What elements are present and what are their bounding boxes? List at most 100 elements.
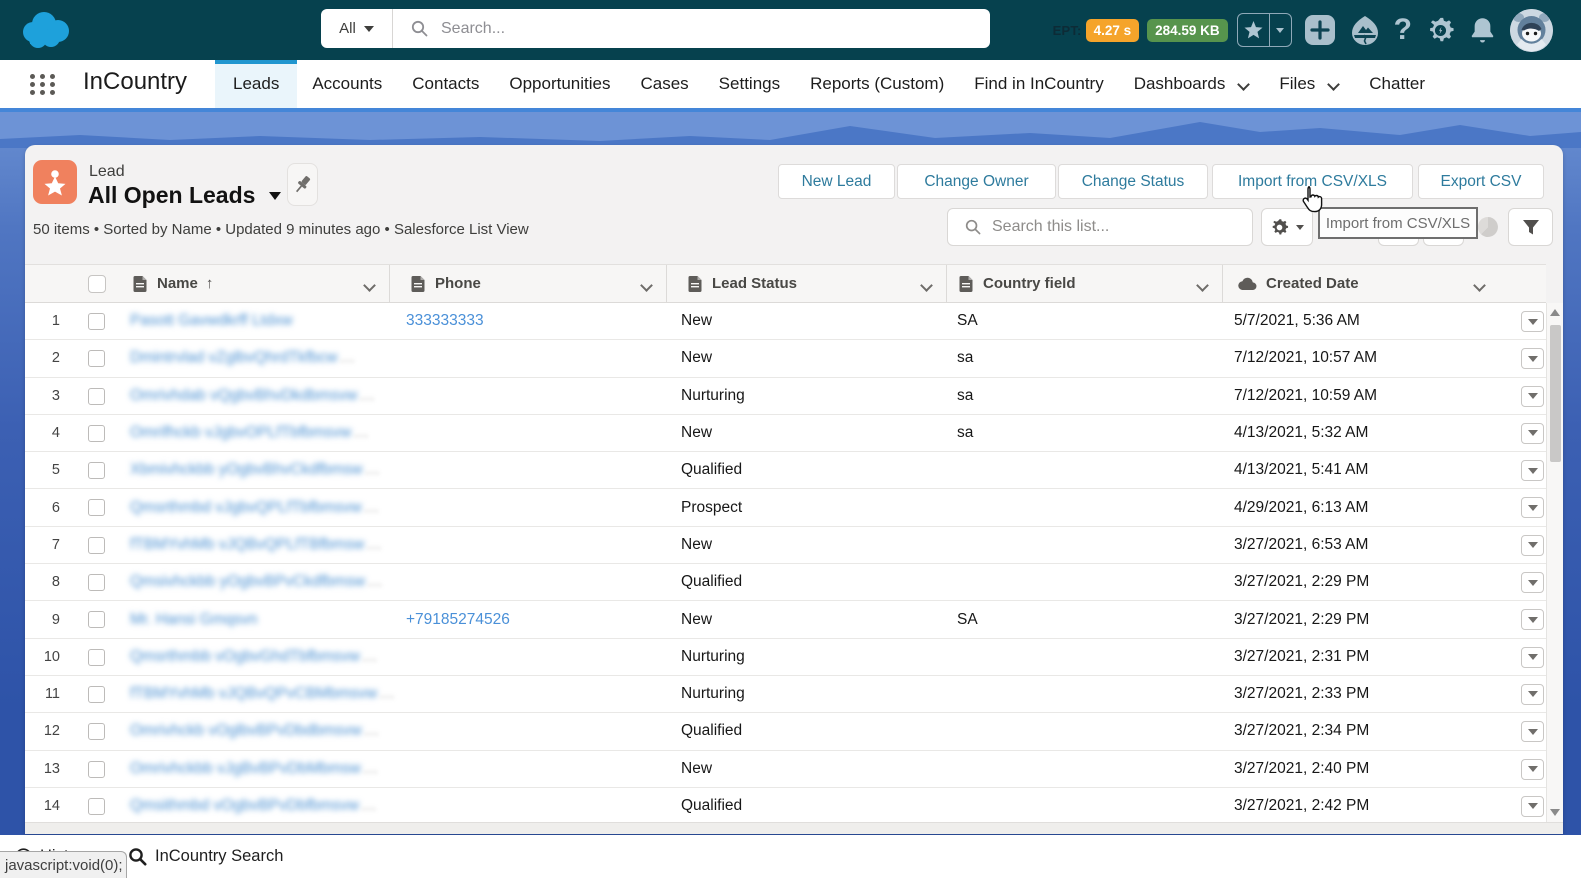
row-actions-button[interactable] [1521, 683, 1544, 705]
column-header-created-date[interactable]: Created Date [1222, 265, 1499, 302]
filter-button[interactable] [1508, 208, 1553, 246]
row-checkbox[interactable] [88, 797, 105, 815]
nav-tab-settings[interactable]: Settings [704, 60, 795, 108]
nav-tab-contacts[interactable]: Contacts [397, 60, 494, 108]
nav-tab-cases[interactable]: Cases [625, 60, 703, 108]
list-search-input[interactable]: Search this list... [947, 208, 1253, 246]
notifications-button[interactable] [1469, 16, 1496, 44]
global-actions-button[interactable] [1304, 14, 1336, 46]
text-field-icon [133, 275, 147, 292]
row-checkbox[interactable] [88, 723, 105, 741]
nav-tab-leads[interactable]: Leads [215, 60, 298, 108]
nav-tab-opportunities[interactable]: Opportunities [494, 60, 625, 108]
column-header-country-field[interactable]: Country field [946, 265, 1222, 302]
lead-name-link[interactable]: Omrivhdab vQgbvBhvDkdbmsvw… [130, 378, 375, 414]
trailhead-help-button[interactable] [1350, 15, 1380, 45]
row-actions-button[interactable] [1521, 721, 1544, 743]
row-actions-button[interactable] [1521, 422, 1544, 444]
row-checkbox[interactable] [88, 499, 105, 517]
row-actions-button[interactable] [1521, 646, 1544, 668]
row-checkbox[interactable] [88, 574, 105, 592]
favorites-star-segment[interactable] [1238, 21, 1269, 39]
scrollbar-down-arrow[interactable] [1550, 809, 1560, 816]
setup-button[interactable] [1426, 16, 1455, 45]
lead-name-link[interactable]: Omrivhckbb vJgBvBPvDbMbmsw… [130, 751, 378, 787]
column-menu-chevron-icon[interactable] [1198, 280, 1208, 290]
lead-name-link[interactable]: Dmintrvlad vZglbvQhrdTkfbcw… [130, 340, 355, 376]
row-number: 12 [43, 723, 60, 740]
nav-tab-dashboards[interactable]: Dashboards [1119, 60, 1265, 108]
nav-tab-reports-custom-[interactable]: Reports (Custom) [795, 60, 959, 108]
nav-tab-accounts[interactable]: Accounts [297, 60, 397, 108]
row-checkbox[interactable] [88, 611, 105, 629]
nav-tab-files[interactable]: Files [1264, 60, 1354, 108]
lead-name-link[interactable]: Omrivhckb vOglbvBPvDbdbmsvw… [130, 713, 379, 749]
table-horizontal-scrollbar[interactable] [25, 822, 1563, 834]
utility-incountry-search[interactable]: InCountry Search [128, 835, 283, 878]
lead-name-link[interactable]: fTBMYvhMb vJQBvQPLfTBfbmsw… [130, 527, 382, 563]
lead-name-link[interactable]: Qmsithmbd vOgbvBPvDbfbmsvw… [130, 788, 377, 822]
change-owner-button[interactable]: Change Owner [897, 164, 1056, 199]
favorites-caret-button[interactable] [1268, 14, 1291, 46]
new-lead-button[interactable]: New Lead [778, 164, 895, 199]
row-actions-button[interactable] [1521, 572, 1544, 594]
column-header-name[interactable]: Name ↑ [25, 265, 389, 302]
column-header-lead-status[interactable]: Lead Status [666, 265, 946, 302]
row-actions-button[interactable] [1521, 460, 1544, 482]
setup-gear-icon [1430, 17, 1454, 41]
row-checkbox[interactable] [88, 648, 105, 666]
user-avatar[interactable] [1510, 8, 1553, 52]
row-checkbox[interactable] [88, 685, 105, 703]
row-checkbox[interactable] [88, 424, 105, 442]
scrollbar-thumb[interactable] [1550, 325, 1561, 462]
favorites-button-group[interactable] [1236, 13, 1292, 47]
nav-tab-find-in-incountry[interactable]: Find in InCountry [959, 60, 1118, 108]
charts-pie-icon[interactable] [1477, 216, 1499, 238]
help-button[interactable]: ? [1394, 13, 1412, 47]
lead-name-link[interactable]: fTBMYvhMb vJQBvQPvCBMbmsvw… [130, 676, 395, 712]
row-checkbox[interactable] [88, 536, 105, 554]
row-checkbox[interactable] [88, 462, 105, 480]
column-menu-chevron-icon[interactable] [642, 280, 652, 290]
scrollbar-up-arrow[interactable] [1550, 309, 1560, 316]
table-vertical-scrollbar[interactable] [1546, 303, 1563, 822]
column-menu-chevron-icon[interactable] [922, 280, 932, 290]
row-actions-button[interactable] [1521, 795, 1544, 817]
lead-name-link[interactable]: Pasott Gavwdkrff Ltdxw [130, 303, 293, 339]
lead-name-link[interactable]: Xbmivhckbb yOgbvBhvCkdfbmsw… [130, 452, 380, 488]
row-actions-button[interactable] [1521, 348, 1544, 370]
lead-name-link[interactable]: Mr. Hansi Gmqsvn [130, 601, 257, 637]
utility-incountry-search-label: InCountry Search [155, 847, 284, 865]
row-checkbox[interactable] [88, 350, 105, 368]
caret-down-icon [1527, 467, 1538, 474]
lead-name-link[interactable]: Qmsrthmbd vJgbvQPLfTbfbmsvw… [130, 489, 379, 525]
lead-name-link[interactable]: Qmsivhckbb yOgbvBPvCkdfbmsw… [130, 564, 383, 600]
row-actions-button[interactable] [1521, 758, 1544, 780]
column-menu-chevron-icon[interactable] [1475, 280, 1485, 290]
row-actions-button[interactable] [1521, 609, 1544, 631]
row-checkbox[interactable] [88, 387, 105, 405]
favorites-star-icon[interactable] [1244, 21, 1263, 39]
nav-tab-chatter[interactable]: Chatter [1354, 60, 1440, 108]
column-label: Lead Status [712, 275, 798, 292]
column-header-phone[interactable]: Phone [389, 265, 666, 302]
row-actions-button[interactable] [1521, 497, 1544, 519]
search-scope-dropdown[interactable]: All [321, 9, 393, 48]
import-tooltip: Import from CSV/XLS [1318, 207, 1478, 239]
phone-link[interactable]: 333333333 [406, 303, 484, 339]
row-actions-button[interactable] [1521, 385, 1544, 407]
lead-name-link[interactable]: Omrifhckb vJgbvOPLfTbfbmsvw… [130, 415, 369, 451]
export-csv-button[interactable]: Export CSV [1418, 164, 1544, 199]
global-search[interactable]: All Search... [321, 9, 990, 48]
phone-link[interactable]: +79185274526 [406, 601, 510, 637]
lead-name-link[interactable]: Qmsrthmbb vOgbvGhdTbfbmsvw… [130, 639, 377, 675]
column-type-icon-wrap [133, 275, 148, 292]
app-launcher-button[interactable] [27, 72, 57, 97]
row-actions-button[interactable] [1521, 311, 1544, 332]
row-actions-button[interactable] [1521, 534, 1544, 556]
row-checkbox[interactable] [88, 760, 105, 778]
column-menu-chevron-icon[interactable] [365, 280, 375, 290]
row-checkbox[interactable] [88, 313, 105, 330]
lead-name-blurred: Omrivhckb vOglbvBPvDbdbmsvw [130, 722, 362, 740]
change-status-button[interactable]: Change Status [1058, 164, 1208, 199]
